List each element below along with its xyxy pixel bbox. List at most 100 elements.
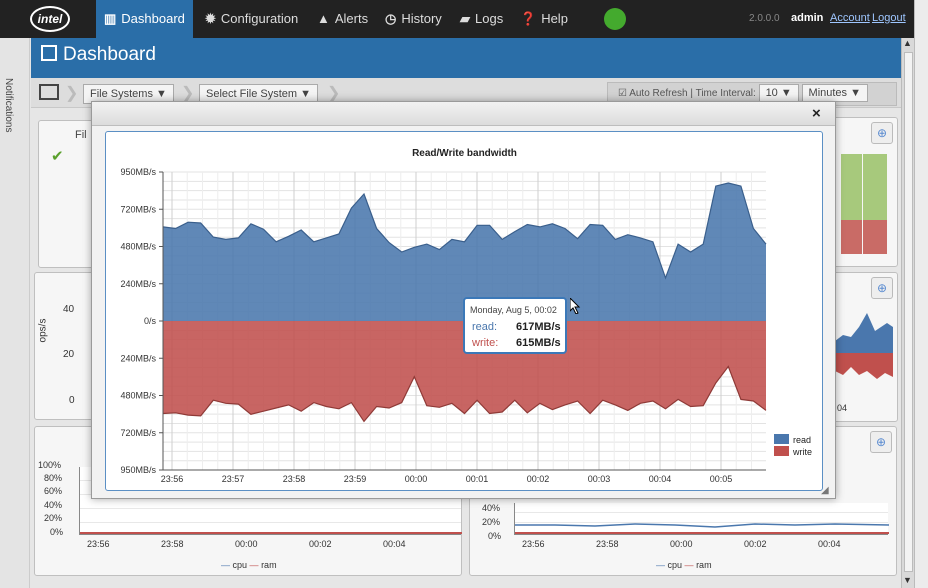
intel-logo[interactable]: intel — [30, 6, 70, 32]
legend-swatch-write — [774, 446, 789, 456]
x-tick: 23:58 — [596, 539, 619, 549]
nav-help[interactable]: ❓ Help — [512, 0, 576, 38]
capacity-card: ⊕ — [826, 117, 898, 267]
warning-icon: ▲ — [317, 11, 330, 26]
x-tick: 00:02 — [309, 539, 332, 549]
modal-titlebar[interactable]: × — [92, 102, 835, 126]
chart-tooltip: Monday, Aug 5, 00:02 read: 617MB/s write… — [463, 297, 567, 354]
zoom-in-icon[interactable]: ⊕ — [871, 277, 893, 299]
book-icon: ▰ — [460, 11, 470, 26]
y-tick: 0% — [50, 527, 64, 537]
x-tick: 23:58 — [161, 539, 184, 549]
mini-bandwidth-chart — [835, 313, 893, 379]
checkmark-icon: ✔ — [51, 148, 64, 165]
y-tick: 60% — [44, 486, 63, 496]
status-indicator — [604, 8, 626, 30]
x-tick: 00:04 — [383, 539, 406, 549]
y-tick-label: 240MB/s — [120, 279, 156, 289]
y-tick: 0% — [488, 531, 502, 541]
ops-tick: 20 — [63, 349, 75, 360]
question-icon: ❓ — [520, 11, 537, 26]
interval-value-select[interactable]: 10 ▼ — [758, 84, 799, 102]
ops-tick: 0 — [69, 395, 75, 406]
top-navbar: intel ▥ Dashboard ✹ Configuration ▲ Alerts … — [0, 0, 914, 38]
gear-icon: ✹ — [205, 11, 216, 26]
bandwidth-chart-panel: Read/Write bandwidth 950MB/s 720MB/s 480MB/… — [105, 131, 823, 491]
page-header: Dashboard — [31, 38, 901, 78]
x-tick-label: 00:02 — [527, 474, 550, 484]
nav-dashboard[interactable]: ▥ Dashboard — [96, 0, 193, 38]
cpu-ram-legend: — cpu — ram — [656, 560, 712, 570]
tooltip-date: Monday, Aug 5, 00:02 — [470, 305, 557, 315]
nav-alerts-label: Alerts — [334, 11, 369, 26]
scroll-up-arrow-icon[interactable]: ▲ — [903, 38, 912, 48]
y-tick: 80% — [44, 473, 63, 483]
nav-configuration[interactable]: ✹ Configuration — [197, 0, 306, 38]
zoom-in-icon[interactable]: ⊕ — [870, 431, 892, 453]
x-tick-label: 23:58 — [283, 474, 306, 484]
scroll-down-arrow-icon[interactable]: ▼ — [903, 575, 912, 585]
y-tick-label: 240MB/s — [120, 353, 156, 363]
scroll-thumb[interactable] — [904, 52, 913, 572]
x-tick-label: 00:04 — [649, 474, 672, 484]
x-tick-label: 23:57 — [222, 474, 245, 484]
legend-label-read: read — [793, 435, 811, 445]
ops-axis-label: ops/s — [37, 318, 49, 343]
x-tick: 00:00 — [235, 539, 258, 549]
resize-handle-icon[interactable]: ◢ — [821, 485, 829, 496]
version-label: 2.0.0.0 — [749, 13, 780, 24]
mini-x-tick: 04 — [837, 403, 848, 413]
zoom-in-icon[interactable]: ⊕ — [871, 122, 893, 144]
x-tick-label: 23:56 — [161, 474, 184, 484]
x-tick: 23:56 — [87, 539, 110, 549]
x-tick-label: 00:01 — [466, 474, 489, 484]
y-tick-label: 720MB/s — [120, 428, 156, 438]
account-link[interactable]: Account — [830, 12, 870, 24]
y-tick-label: 950MB/s — [120, 167, 156, 177]
page-title-text: Dashboard — [63, 44, 156, 65]
x-tick: 00:00 — [670, 539, 693, 549]
tooltip-read-value: 617MB/s — [516, 321, 561, 333]
y-tick: 20% — [44, 513, 63, 523]
y-tick: 100% — [38, 460, 62, 470]
nav-history-label: History — [401, 11, 442, 26]
status-card-title: Fil — [75, 129, 87, 141]
y-tick-label: 950MB/s — [120, 465, 156, 475]
separator: | — [690, 88, 693, 99]
x-tick-label: 00:05 — [710, 474, 733, 484]
clock-icon: ◷ — [385, 11, 397, 26]
x-tick-label: 23:59 — [344, 474, 367, 484]
y-tick-label: 480MB/s — [120, 391, 156, 401]
close-icon[interactable]: × — [812, 105, 821, 122]
x-tick: 00:02 — [744, 539, 767, 549]
tooltip-write-label: write: — [472, 337, 499, 349]
y-tick-label: 720MB/s — [120, 204, 156, 214]
auto-refresh-checkbox[interactable]: ☑ — [618, 88, 627, 99]
tooltip-read-label: read: — [472, 321, 498, 333]
nav-help-label: Help — [541, 11, 568, 26]
nav-history[interactable]: ◷ History — [377, 0, 450, 38]
window-scrollbar[interactable] — [914, 0, 928, 588]
y-tick: 20% — [482, 517, 501, 527]
time-interval-label: Time Interval: — [695, 88, 756, 99]
nav-configuration-label: Configuration — [220, 11, 299, 26]
bar-chart-icon — [41, 45, 57, 61]
nav-logs[interactable]: ▰ Logs — [452, 0, 511, 38]
legend-ram: ram — [261, 560, 277, 570]
legend-ram: ram — [696, 560, 712, 570]
breadcrumb-arrow-icon: ❯ — [327, 85, 341, 102]
nav-alerts[interactable]: ▲ Alerts — [309, 0, 376, 38]
chart-modal: × Read/Write bandwidth 950MB/s 720MB/s 480M… — [91, 101, 836, 499]
username-label: admin — [791, 12, 824, 24]
interval-unit-select[interactable]: Minutes ▼ — [801, 84, 868, 102]
dashboard-crumb-icon[interactable] — [39, 84, 59, 100]
notifications-panel-tab[interactable]: Notifications — [0, 38, 30, 588]
legend-cpu: cpu — [667, 560, 683, 570]
y-tick-label: 480MB/s — [120, 242, 156, 252]
cpu-ram-plot-area — [514, 503, 889, 535]
auto-refresh-label: Auto Refresh — [629, 88, 688, 99]
page-scrollbar[interactable]: ▲ ▼ — [901, 38, 914, 588]
logout-link[interactable]: Logout — [872, 12, 906, 24]
notifications-label: Notifications — [3, 78, 14, 133]
x-tick-label: 00:00 — [405, 474, 428, 484]
